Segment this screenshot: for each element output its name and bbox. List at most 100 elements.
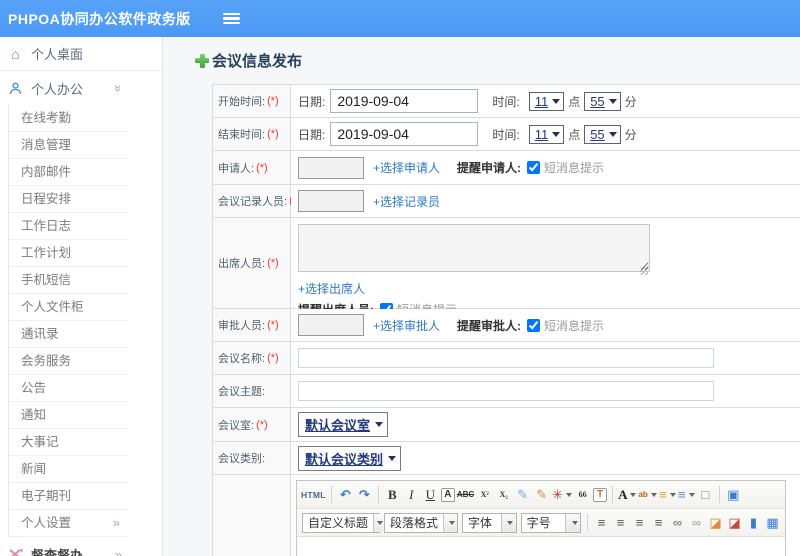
insert-image-icon[interactable]: ◪ — [726, 513, 743, 533]
underline-icon[interactable]: U — [422, 485, 439, 505]
sidebar-item-label: 督查督办 — [31, 547, 84, 556]
sidebar-item-label: 个人办公 — [31, 81, 84, 97]
rich-text-editor: HTML ↶ ↷ B I U A ABC X² X₂ ✎ ✎ ✳ 66 T Aab ≡ ≡ □ ▣ 自定义标题 段落格式… — [296, 480, 786, 556]
paragraph-format-select[interactable]: 段落格式 — [384, 512, 458, 533]
select-applicant-link[interactable]: +选择申请人 — [373, 159, 440, 176]
resize-handle[interactable] — [640, 267, 648, 275]
start-minute-select[interactable]: 55 — [584, 91, 621, 111]
sidebar-item-message-management[interactable]: 消息管理 — [9, 132, 128, 159]
paste-text-icon[interactable]: T — [593, 487, 608, 502]
bold-icon[interactable]: B — [384, 485, 401, 505]
chevron-right-icon: » — [114, 546, 122, 556]
sidebar-item-personal-office[interactable]: 个人办公 » — [0, 71, 162, 105]
align-justify-icon[interactable]: ≡ — [650, 513, 667, 533]
font-family-select[interactable]: 字体 — [462, 512, 517, 533]
top-bar: PHPOA协同办公软件政务版 — [0, 0, 800, 37]
unlink-icon[interactable]: ∞ — [688, 513, 705, 533]
form-row-end-time: 结束时间:(*) 日期: 时间: 11 点 55 分 — [213, 118, 800, 151]
image-icon[interactable]: ◪ — [707, 513, 724, 533]
unordered-list-icon[interactable]: ≡ — [678, 485, 695, 505]
sidebar-item-news[interactable]: 新闻 — [9, 456, 128, 483]
main-content: 会议信息发布 开始时间:(*) 日期: 时间: 11 点 55 分 结束时间:(… — [163, 37, 800, 556]
format-brush-icon[interactable]: ✎ — [533, 485, 550, 505]
sidebar-item-personal-settings[interactable]: 个人设置» — [9, 510, 128, 537]
font-family-select-label: 字体 — [468, 516, 493, 530]
end-hour-select[interactable]: 11 — [528, 124, 565, 144]
sidebar-item-internal-mail[interactable]: 内部邮件 — [9, 159, 128, 186]
redo-icon[interactable]: ↷ — [356, 485, 373, 505]
sidebar-item-personal-desktop[interactable]: ⌂ 个人桌面 — [0, 37, 162, 71]
sidebar-item-contacts[interactable]: 通讯录 — [9, 321, 128, 348]
sidebar-item-announcement[interactable]: 公告 — [9, 375, 128, 402]
highlight-color-icon[interactable]: ab — [638, 485, 657, 505]
italic-icon[interactable]: I — [403, 485, 420, 505]
undo-icon[interactable]: ↶ — [337, 485, 354, 505]
eraser-icon[interactable]: ✎ — [514, 485, 531, 505]
font-size-select[interactable]: 字号 — [520, 512, 582, 533]
align-center-icon[interactable]: ≡ — [612, 513, 629, 533]
sidebar-item-notification[interactable]: 通知 — [9, 402, 128, 429]
fullscreen-icon[interactable]: ▣ — [725, 485, 742, 505]
end-date-input[interactable] — [330, 122, 479, 146]
html-source-button[interactable]: HTML — [301, 485, 326, 505]
form-row-meeting-category: 会议类别: 默认会议类别 — [213, 442, 800, 475]
time-label: 时间: — [492, 127, 520, 142]
blockquote-icon[interactable]: 66 — [574, 485, 591, 505]
font-color-icon[interactable]: A — [618, 485, 637, 505]
chevron-down-icon — [443, 513, 457, 532]
subscript-icon[interactable]: X₂ — [495, 485, 512, 505]
start-hour-select[interactable]: 11 — [528, 91, 565, 111]
table-icon[interactable]: ▦ — [764, 513, 781, 533]
sidebar-item-memorabilia[interactable]: 大事记 — [9, 429, 128, 456]
select-attendees-link[interactable]: +选择出席人 — [298, 282, 365, 296]
remove-format-icon[interactable]: A — [440, 487, 455, 502]
sidebar-item-schedule[interactable]: 日程安排 — [9, 186, 128, 213]
approver-input[interactable] — [298, 314, 364, 336]
editor-toolbar-row1: HTML ↶ ↷ B I U A ABC X² X₂ ✎ ✎ ✳ 66 T Aab ≡ ≡ □ ▣ — [297, 481, 785, 509]
color-tool-icon[interactable]: ✳ — [552, 485, 573, 505]
form-row-start-time: 开始时间:(*) 日期: 时间: 11 点 55 分 — [213, 85, 800, 118]
link-icon[interactable]: ∞ — [669, 513, 686, 533]
sidebar-item-work-plan[interactable]: 工作计划 — [9, 240, 128, 267]
editor-content-area[interactable] — [297, 537, 785, 556]
form-row-meeting-subject: 会议主题: — [213, 375, 800, 408]
ordered-list-icon[interactable]: ≡ — [659, 485, 676, 505]
chevron-down-icon — [373, 513, 384, 532]
media-icon[interactable]: ▮ — [745, 513, 762, 533]
sidebar-item-label: 个人桌面 — [31, 47, 84, 62]
chevron-down-icon — [565, 513, 581, 532]
remind-approver-label: 提醒审批人: — [457, 318, 522, 333]
applicant-sms-checkbox[interactable] — [527, 161, 541, 174]
recorder-input[interactable] — [298, 190, 364, 212]
meeting-room-select[interactable]: 默认会议室 — [298, 412, 389, 437]
sidebar-item-work-log[interactable]: 工作日志 — [9, 213, 128, 240]
approver-sms-checkbox[interactable] — [527, 318, 541, 332]
meeting-form: 开始时间:(*) 日期: 时间: 11 点 55 分 结束时间:(*) 日期: … — [212, 84, 800, 556]
sidebar-item-e-journal[interactable]: 电子期刊 — [9, 483, 128, 510]
date-label: 日期: — [298, 127, 326, 142]
sidebar-item-supervision[interactable]: 督查督办 » — [0, 537, 162, 556]
superscript-icon[interactable]: X² — [476, 485, 493, 505]
attendees-textarea[interactable] — [298, 224, 650, 272]
start-date-input[interactable] — [330, 89, 479, 113]
hamburger-icon[interactable] — [222, 13, 240, 24]
applicant-input[interactable] — [298, 156, 364, 179]
meeting-name-input[interactable] — [298, 348, 714, 368]
strikethrough-icon[interactable]: ABC — [457, 485, 474, 505]
style-select[interactable]: 自定义标题 — [302, 512, 384, 533]
end-minute-select[interactable]: 55 — [584, 124, 621, 144]
sidebar-item-personal-file-cabinet[interactable]: 个人文件柜 — [9, 294, 128, 321]
toolbar-separator — [330, 486, 332, 503]
meeting-subject-input[interactable] — [298, 381, 714, 401]
home-icon: ⌂ — [11, 45, 20, 62]
sidebar-item-online-attendance[interactable]: 在线考勤 — [9, 105, 128, 132]
meeting-category-select[interactable]: 默认会议类别 — [298, 445, 402, 471]
select-approver-link[interactable]: +选择审批人 — [373, 317, 440, 334]
sidebar-item-meeting-service[interactable]: 会务服务 — [9, 348, 128, 375]
align-left-icon[interactable]: ≡ — [593, 513, 610, 533]
sidebar-item-mobile-sms[interactable]: 手机短信 — [9, 267, 128, 294]
editor-toolbar-row2: 自定义标题 段落格式 字体 字号 ≡ ≡ ≡ ≡ ∞ ∞ ◪ ◪ ▮ ▦ — [297, 509, 785, 537]
new-page-icon[interactable]: □ — [697, 485, 714, 505]
align-right-icon[interactable]: ≡ — [631, 513, 648, 533]
select-recorder-link[interactable]: +选择记录员 — [373, 193, 440, 210]
